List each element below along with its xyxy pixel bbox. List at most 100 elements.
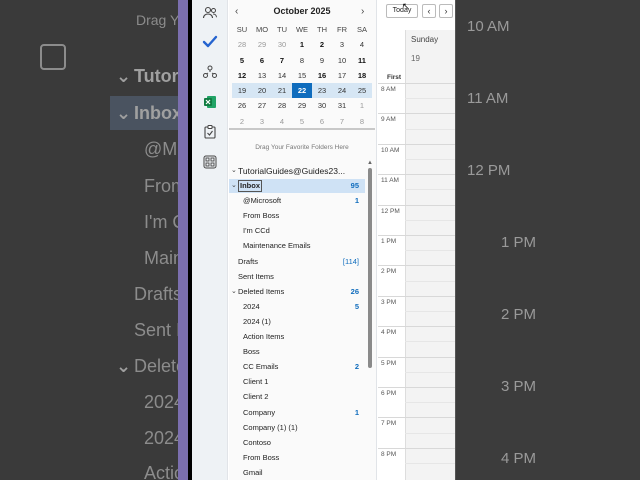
folder-label: Deleted Items — [238, 286, 285, 296]
folder-row[interactable]: Company (1) (1) — [229, 421, 365, 435]
calendar-day[interactable]: 3 — [252, 114, 272, 129]
folder-row-inbox[interactable]: ⌄ Inbox 95 — [229, 179, 365, 193]
time-label: 2 PM — [381, 268, 397, 276]
bg-chevron: ⌄ — [116, 103, 132, 123]
chevron-down-icon[interactable]: ⌄ — [231, 285, 237, 299]
calendar-day[interactable]: 2 — [312, 37, 332, 52]
calendar-day[interactable]: 14 — [272, 68, 292, 83]
calendar-day[interactable]: 18 — [352, 68, 372, 83]
folder-row[interactable]: Sent Items — [229, 270, 365, 284]
folder-row[interactable]: From Boss — [229, 209, 365, 223]
folder-row[interactable]: Contoso — [229, 436, 365, 450]
folder-pane: ‹ October 2025 › SU MO TU WE TH FR SA 28 29 30 1 2 3… — [229, 0, 377, 480]
folder-row[interactable]: Action Items — [229, 330, 365, 344]
folder-scrollbar[interactable]: ▲ — [367, 160, 373, 480]
calendar-day[interactable]: 21 — [272, 83, 292, 99]
calendar-day[interactable]: 6 — [252, 53, 272, 68]
calendar-day[interactable]: 28 — [272, 98, 292, 113]
calendar-day[interactable]: 6 — [312, 114, 332, 129]
scroll-up-arrow-icon[interactable]: ▲ — [367, 160, 373, 166]
prev-day-button[interactable]: ‹ — [422, 4, 436, 18]
calendar-day[interactable]: 16 — [312, 68, 332, 83]
folder-label: 2024 — [243, 301, 260, 311]
folder-row[interactable]: Client 2 — [229, 390, 365, 404]
apps-grid-icon[interactable] — [200, 152, 220, 172]
folder-row[interactable]: Company 1 — [229, 406, 365, 420]
calendar-day[interactable]: 7 — [272, 53, 292, 68]
calendar-day[interactable]: 5 — [232, 53, 252, 68]
calendar-next-month-button[interactable]: › — [361, 6, 364, 17]
bg-time-6: 4 PM — [501, 450, 537, 467]
folder-label: 2024 (1) — [243, 316, 271, 326]
folder-row[interactable]: Maintenance Emails — [229, 239, 365, 253]
calendar-day[interactable]: 1 — [292, 37, 312, 52]
folder-unread-count: 5 — [354, 301, 359, 311]
bg-time-3: 1 PM — [501, 234, 537, 251]
calendar-day[interactable]: 24 — [332, 83, 352, 99]
chevron-down-icon[interactable]: ⌄ — [231, 164, 237, 178]
mouse-cursor-icon: ↖ — [402, 1, 410, 11]
calendar-day[interactable]: 4 — [272, 114, 292, 129]
next-day-button[interactable]: › — [439, 4, 453, 18]
calendar-day[interactable]: 12 — [232, 68, 252, 83]
calendar-day-today[interactable]: 22 — [292, 83, 312, 99]
account-row[interactable]: ⌄ TutorialGuides@Guides23... — [229, 164, 365, 178]
calendar-day[interactable]: 11 — [352, 53, 372, 68]
groups-icon[interactable] — [200, 62, 220, 82]
folder-row[interactable]: Drafts [114] — [229, 255, 365, 269]
calendar-day[interactable]: 30 — [312, 98, 332, 113]
tasks-clipboard-icon[interactable] — [200, 122, 220, 142]
calendar-day[interactable]: 3 — [332, 37, 352, 52]
scroll-thumb[interactable] — [368, 168, 372, 368]
bg-item-1: Inbox — [134, 103, 182, 123]
folder-row[interactable]: Client 1 — [229, 375, 365, 389]
calendar-day[interactable]: 8 — [352, 114, 372, 129]
calendar-day[interactable]: 20 — [252, 83, 272, 99]
calendar-divider[interactable] — [229, 128, 375, 130]
time-label: 9 AM — [381, 116, 396, 124]
folder-row[interactable]: CC Emails 2 — [229, 360, 365, 374]
calendar-day[interactable]: 10 — [332, 53, 352, 68]
calendar-day[interactable]: 28 — [232, 37, 252, 52]
folder-row[interactable]: From Boss — [229, 451, 365, 465]
calendar-day[interactable]: 8 — [292, 53, 312, 68]
folder-row[interactable]: Boss — [229, 345, 365, 359]
calendar-day[interactable]: 19 — [232, 83, 252, 99]
folder-row[interactable]: Gmail — [229, 466, 365, 480]
folder-label: Sent Items — [238, 271, 274, 281]
time-label: 10 AM — [381, 146, 400, 154]
todo-check-icon[interactable] — [200, 32, 220, 52]
calendar-day[interactable]: 1 — [352, 98, 372, 113]
calendar-day[interactable]: 31 — [332, 98, 352, 113]
folder-row[interactable]: @Microsoft 1 — [229, 194, 365, 208]
time-label: 8 AM — [381, 86, 396, 93]
calendar-day[interactable]: 29 — [252, 37, 272, 52]
calendar-day[interactable]: 25 — [352, 83, 372, 99]
calendar-day[interactable]: 13 — [252, 68, 272, 83]
calendar-day[interactable]: 2 — [232, 114, 252, 129]
folder-row[interactable]: I'm CCd — [229, 224, 365, 238]
calendar-day[interactable]: 23 — [312, 83, 332, 99]
calendar-day[interactable]: 27 — [252, 98, 272, 113]
folder-row[interactable]: 2024 5 — [229, 300, 365, 314]
calendar-day[interactable]: 26 — [232, 98, 252, 113]
calendar-day[interactable]: 15 — [292, 68, 312, 83]
calendar-day[interactable]: 30 — [272, 37, 292, 52]
time-label: 5 PM — [381, 359, 397, 367]
excel-icon[interactable] — [200, 92, 220, 112]
folder-row[interactable]: 2024 (1) — [229, 315, 365, 329]
chevron-down-icon[interactable]: ⌄ — [231, 179, 237, 193]
calendar-day[interactable]: 17 — [332, 68, 352, 83]
calendar-day[interactable]: 5 — [292, 114, 312, 129]
people-icon[interactable] — [200, 3, 220, 23]
half-hour-line — [405, 432, 455, 434]
calendar-day[interactable]: 4 — [352, 37, 372, 52]
calendar-day[interactable]: 29 — [292, 98, 312, 113]
folder-row[interactable]: ⌄ Deleted Items 26 — [229, 285, 365, 299]
folder-unread-count: 1 — [354, 407, 359, 417]
calendar-day[interactable]: 7 — [332, 114, 352, 129]
bg-divider — [455, 0, 456, 480]
weekday-header: WE — [295, 25, 309, 34]
calendar-day[interactable]: 9 — [312, 53, 332, 68]
weekday-header: MO — [255, 25, 269, 34]
